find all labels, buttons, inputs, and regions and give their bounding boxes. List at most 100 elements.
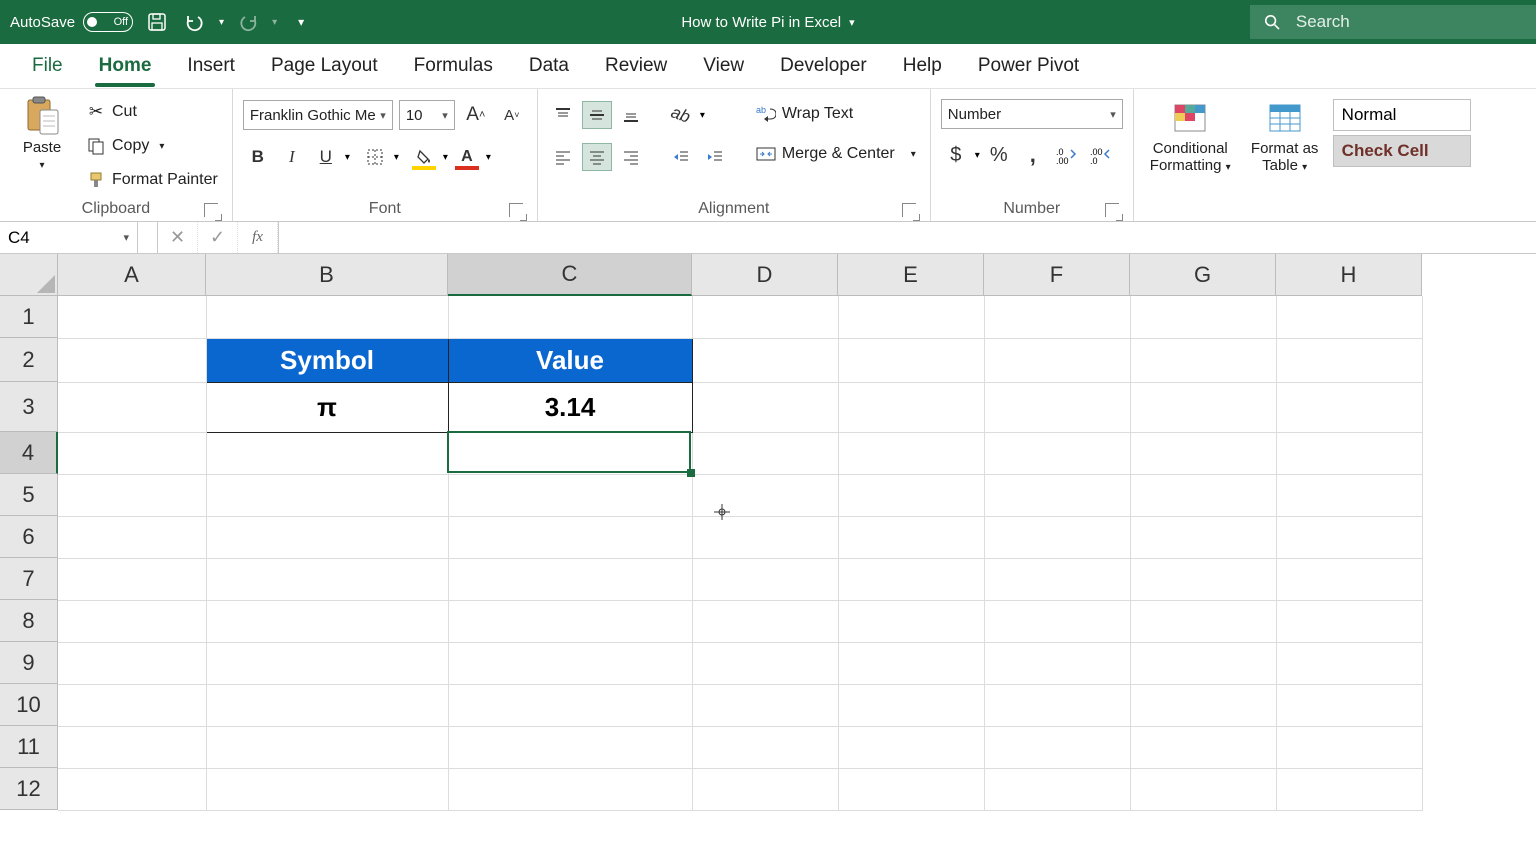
align-left-button[interactable] [548, 143, 578, 171]
cell-F10[interactable] [984, 684, 1130, 726]
cell-B12[interactable] [206, 768, 448, 810]
cell-A8[interactable] [58, 600, 206, 642]
cell-B4[interactable] [206, 432, 448, 474]
cell-G11[interactable] [1130, 726, 1276, 768]
cell-H8[interactable] [1276, 600, 1422, 642]
column-header-D[interactable]: D [692, 254, 838, 296]
cell-G5[interactable] [1130, 474, 1276, 516]
tab-insert[interactable]: Insert [169, 47, 253, 87]
save-button[interactable] [143, 8, 171, 36]
cell-C6[interactable] [448, 516, 692, 558]
cell-A5[interactable] [58, 474, 206, 516]
undo-dropdown[interactable]: ▾ [219, 17, 224, 28]
cell-G12[interactable] [1130, 768, 1276, 810]
font-size-combo[interactable]: 10▾ [399, 100, 455, 130]
bold-button[interactable]: B [243, 143, 273, 171]
cancel-formula-button[interactable]: ✕ [158, 222, 198, 253]
cell-A9[interactable] [58, 642, 206, 684]
cell-A12[interactable] [58, 768, 206, 810]
format-painter-button[interactable]: Format Painter [82, 165, 222, 195]
cell-G8[interactable] [1130, 600, 1276, 642]
align-center-button[interactable] [582, 143, 612, 171]
cell-G4[interactable] [1130, 432, 1276, 474]
cell-G9[interactable] [1130, 642, 1276, 684]
cell-H3[interactable] [1276, 382, 1422, 432]
decrease-indent-button[interactable] [666, 143, 696, 171]
cell-A1[interactable] [58, 296, 206, 338]
comma-button[interactable]: , [1018, 141, 1048, 169]
cell-A11[interactable] [58, 726, 206, 768]
cell-E9[interactable] [838, 642, 984, 684]
cell-A10[interactable] [58, 684, 206, 726]
increase-font-button[interactable]: A˄ [461, 101, 491, 129]
cell-E3[interactable] [838, 382, 984, 432]
cell-D2[interactable] [692, 338, 838, 382]
cell-F1[interactable] [984, 296, 1130, 338]
fill-color-button[interactable] [409, 143, 439, 171]
column-header-E[interactable]: E [838, 254, 984, 296]
italic-button[interactable]: I [277, 143, 307, 171]
cell-C10[interactable] [448, 684, 692, 726]
conditional-formatting-button[interactable]: ConditionalFormatting ▾ [1144, 95, 1237, 174]
cell-C8[interactable] [448, 600, 692, 642]
cell-B8[interactable] [206, 600, 448, 642]
orientation-button[interactable]: ab [666, 101, 696, 129]
cell-H1[interactable] [1276, 296, 1422, 338]
align-top-button[interactable] [548, 101, 578, 129]
cell-F8[interactable] [984, 600, 1130, 642]
row-header-7[interactable]: 7 [0, 558, 58, 600]
paste-button[interactable]: Paste ▾ [10, 93, 74, 171]
cell-E10[interactable] [838, 684, 984, 726]
chevron-down-icon[interactable]: ▾ [443, 152, 448, 163]
cell-D11[interactable] [692, 726, 838, 768]
cell-A7[interactable] [58, 558, 206, 600]
cell-F7[interactable] [984, 558, 1130, 600]
borders-button[interactable] [360, 143, 390, 171]
cell-H12[interactable] [1276, 768, 1422, 810]
chevron-down-icon[interactable]: ▾ [486, 152, 491, 163]
currency-button[interactable]: $ [941, 141, 971, 169]
row-header-9[interactable]: 9 [0, 642, 58, 684]
tab-home[interactable]: Home [81, 47, 170, 87]
wrap-text-button[interactable]: ab Wrap Text [752, 99, 920, 129]
cell-F11[interactable] [984, 726, 1130, 768]
row-header-10[interactable]: 10 [0, 684, 58, 726]
cut-button[interactable]: ✂ Cut [82, 97, 222, 127]
cell-F6[interactable] [984, 516, 1130, 558]
cell-D1[interactable] [692, 296, 838, 338]
increase-decimal-button[interactable]: .0.00 [1052, 141, 1082, 169]
cell-D12[interactable] [692, 768, 838, 810]
cell-H6[interactable] [1276, 516, 1422, 558]
row-header-5[interactable]: 5 [0, 474, 58, 516]
cell-E7[interactable] [838, 558, 984, 600]
cell-G6[interactable] [1130, 516, 1276, 558]
cell-C11[interactable] [448, 726, 692, 768]
dialog-launcher-icon[interactable] [509, 203, 523, 217]
cell-C12[interactable] [448, 768, 692, 810]
align-right-button[interactable] [616, 143, 646, 171]
cell-D8[interactable] [692, 600, 838, 642]
cell-F2[interactable] [984, 338, 1130, 382]
cell-C2[interactable]: Value [448, 338, 692, 382]
redo-dropdown[interactable]: ▾ [272, 17, 277, 28]
column-header-C[interactable]: C [448, 254, 692, 296]
dialog-launcher-icon[interactable] [902, 203, 916, 217]
cell-D4[interactable] [692, 432, 838, 474]
cell-E2[interactable] [838, 338, 984, 382]
cell-F4[interactable] [984, 432, 1130, 474]
insert-function-button[interactable]: fx [238, 222, 278, 253]
cell-G2[interactable] [1130, 338, 1276, 382]
cell-C7[interactable] [448, 558, 692, 600]
cell-A4[interactable] [58, 432, 206, 474]
percent-button[interactable]: % [984, 141, 1014, 169]
decrease-decimal-button[interactable]: .00.0 [1086, 141, 1116, 169]
cell-B7[interactable] [206, 558, 448, 600]
cell-B1[interactable] [206, 296, 448, 338]
font-name-combo[interactable]: Franklin Gothic Me▾ [243, 100, 393, 130]
cell-H7[interactable] [1276, 558, 1422, 600]
chevron-down-icon[interactable]: ▾ [975, 150, 980, 161]
cell-H11[interactable] [1276, 726, 1422, 768]
cell-A3[interactable] [58, 382, 206, 432]
cell-E12[interactable] [838, 768, 984, 810]
cell-G10[interactable] [1130, 684, 1276, 726]
